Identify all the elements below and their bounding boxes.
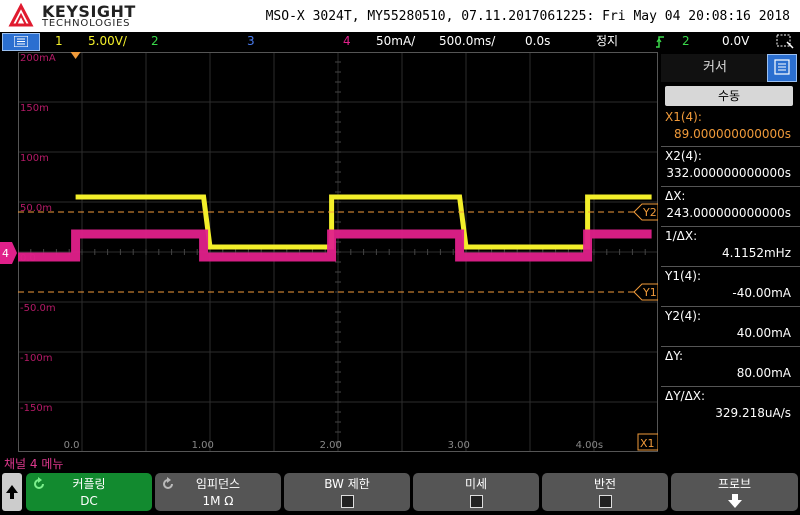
y2-label: Y2(4): [665, 309, 702, 323]
coupling-softkey[interactable]: 커플링 DC [26, 473, 152, 511]
divider [661, 386, 800, 387]
rotate-knob-icon [163, 477, 173, 489]
inv-dx-label: 1/ΔX: [665, 229, 698, 243]
arrow-down-icon [727, 494, 742, 508]
waveform-display[interactable]: 200mA150m100m50.0m0.0-50.0m-100m-150m0.0… [18, 52, 658, 452]
y-tick-label: 200mA [20, 53, 56, 64]
cursor-y1-label: Y1 [642, 286, 657, 299]
bw-limit-checkbox[interactable] [340, 495, 354, 508]
y1-label: Y1(4): [665, 269, 702, 283]
x2-label: X2(4): [665, 149, 702, 163]
dy-label: ΔY: [665, 349, 683, 363]
ch4-ground-marker[interactable]: 4 [0, 242, 18, 264]
divider [661, 226, 800, 227]
brand-subtitle: TECHNOLOGIES [42, 18, 131, 29]
cursor-y2-label: Y2 [642, 206, 657, 219]
cursor-dy: ΔY: 80.00mA [665, 349, 795, 380]
invert-checkbox[interactable] [598, 495, 612, 508]
y-tick-label: -150m [20, 403, 52, 414]
bw-limit-label: BW 제한 [324, 477, 370, 491]
cursor-inv-dx: 1/ΔX: 4.1152mHz [665, 229, 795, 260]
run-state: 정지 [596, 34, 619, 48]
divider [661, 146, 800, 147]
x1-label: X1(4): [665, 110, 702, 124]
rotate-knob-icon [34, 477, 44, 489]
cursor-x1[interactable]: X1(4): 89.000000000000s [665, 110, 795, 141]
bw-limit-softkey[interactable]: BW 제한 [284, 473, 410, 511]
fine-softkey[interactable]: 미세 [413, 473, 539, 511]
probe-softkey[interactable]: 프로브 [671, 473, 798, 511]
cursor-dx: ΔX: 243.000000000000s [665, 189, 795, 220]
tab-cursors[interactable]: 커서 [661, 54, 769, 82]
keysight-logo-icon [8, 3, 34, 27]
ch4-number[interactable]: 4 [343, 32, 351, 51]
timebase[interactable]: 500.0ms/ [439, 32, 495, 51]
x-tick-label: 0.0 [64, 440, 80, 451]
probe-label: 프로브 [717, 477, 752, 491]
delay[interactable]: 0.0s [525, 32, 550, 51]
cursor-x2[interactable]: X2(4): 332.000000000000s [665, 149, 795, 180]
title-bar: KEYSIGHT TECHNOLOGIES MSO-X 3024T, MY552… [0, 0, 800, 32]
y-tick-label: 150m [20, 103, 49, 114]
ch1-trace [75, 194, 652, 250]
ch1-scale[interactable]: 5.00V/ [88, 32, 127, 51]
coupling-value: DC [80, 494, 98, 508]
menu-title: 채널 4 메뉴 [4, 457, 64, 471]
divider [661, 306, 800, 307]
menu-icon [14, 36, 28, 47]
x-tick-label: 2.00 [320, 440, 342, 451]
divider [661, 346, 800, 347]
cursor-panel: 커서 수동 X1(4): 89.000000000000s X2(4): 332… [661, 52, 800, 452]
x1-value: 89.000000000000s [674, 127, 791, 141]
dydx-value: 329.218uA/s [715, 406, 791, 420]
menu-up-button[interactable] [2, 473, 22, 511]
trigger-position-marker [70, 52, 81, 59]
y-tick-label: 50.0m [20, 203, 52, 214]
status-bar: 1 5.00V/ 2 3 4 50mA/ 500.0ms/ 0.0s 정지 2 … [0, 32, 800, 51]
divider [661, 186, 800, 187]
ch3-number[interactable]: 3 [247, 32, 255, 51]
ch2-number[interactable]: 2 [151, 32, 159, 51]
zoom-select-icon[interactable] [776, 34, 794, 49]
cursor-mode-button[interactable]: 수동 [665, 86, 793, 106]
trigger-edge-icon [656, 36, 664, 48]
trigger-level[interactable]: 0.0V [722, 32, 749, 51]
impedance-value: 1M Ω [202, 494, 234, 508]
y-tick-label: -50.0m [20, 303, 56, 314]
x-tick-label: 3.00 [448, 440, 470, 451]
ch4-marker-label: 4 [2, 247, 9, 260]
divider [661, 266, 800, 267]
panel-menu-button[interactable] [767, 54, 797, 82]
dx-label: ΔX: [665, 189, 686, 203]
cursor-y1[interactable]: Y1(4): -40.00mA [665, 269, 795, 300]
trigger-source[interactable]: 2 [682, 32, 690, 51]
dydx-label: ΔY/ΔX: [665, 389, 706, 403]
invert-softkey[interactable]: 반전 [542, 473, 668, 511]
fine-checkbox[interactable] [469, 495, 483, 508]
ch4-scale[interactable]: 50mA/ [376, 32, 415, 51]
dx-value: 243.000000000000s [666, 206, 791, 220]
arrow-up-icon [6, 485, 18, 499]
x-tick-label: 1.00 [192, 440, 214, 451]
y-tick-label: 100m [20, 153, 49, 164]
invert-label: 반전 [593, 477, 617, 491]
fine-label: 미세 [464, 477, 488, 491]
impedance-softkey[interactable]: 임피던스 1M Ω [155, 473, 281, 511]
x-tick-label: 4.00s [576, 440, 603, 451]
cursor-x1-label: X1 [640, 437, 655, 450]
cursor-y2[interactable]: Y2(4): 40.00mA [665, 309, 795, 340]
cursor-dydx: ΔY/ΔX: 329.218uA/s [665, 389, 795, 420]
y2-value: 40.00mA [736, 326, 791, 340]
inv-dx-value: 4.1152mHz [722, 246, 791, 260]
x2-value: 332.000000000000s [666, 166, 791, 180]
dy-value: 80.00mA [736, 366, 791, 380]
main-menu-button[interactable] [2, 33, 40, 51]
device-info: MSO-X 3024T, MY55280510, 07.11.201706122… [265, 9, 790, 24]
y1-value: -40.00mA [732, 286, 791, 300]
ch1-number[interactable]: 1 [55, 32, 63, 51]
menu-icon [774, 59, 790, 75]
y-tick-label: -100m [20, 353, 52, 364]
